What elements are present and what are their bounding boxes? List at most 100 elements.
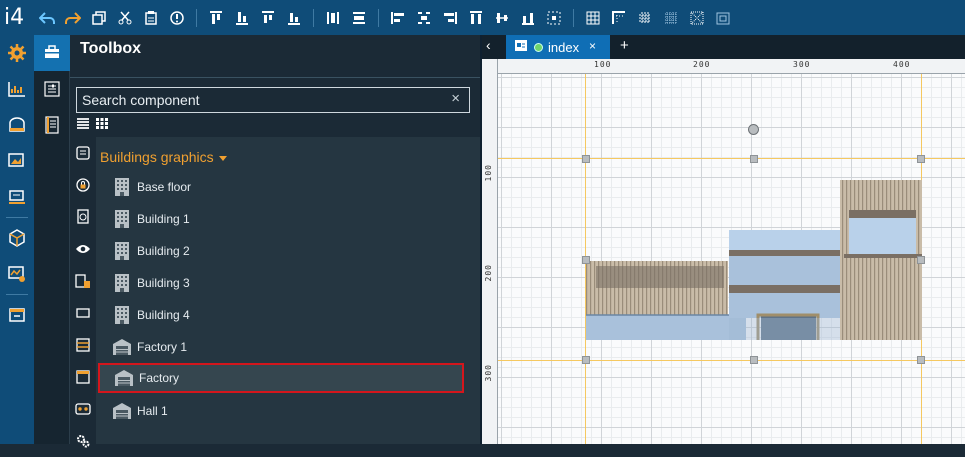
chart-icon[interactable] bbox=[0, 71, 34, 107]
list-item-label: Factory bbox=[139, 371, 180, 385]
toolbar-separator bbox=[378, 8, 379, 27]
rectangle-category-icon[interactable] bbox=[70, 297, 96, 329]
resize-handle[interactable] bbox=[582, 256, 590, 264]
toolbox-panel: Toolbox × Buildings graphics Base floor bbox=[70, 35, 480, 448]
screens-icon[interactable] bbox=[0, 179, 34, 215]
align-right-icon[interactable] bbox=[412, 6, 436, 30]
building-icon bbox=[112, 305, 132, 325]
app-sidebar bbox=[0, 35, 34, 444]
align-left-icon[interactable] bbox=[347, 6, 371, 30]
add-tab-button[interactable]: + bbox=[620, 37, 629, 54]
tab-index[interactable]: index × bbox=[506, 35, 610, 59]
distribute-horizontal-icon[interactable] bbox=[282, 6, 306, 30]
list-item-label: Factory 1 bbox=[137, 340, 188, 354]
grid-corner-icon[interactable] bbox=[607, 6, 631, 30]
clear-search-button[interactable]: × bbox=[451, 90, 460, 107]
caret-down-icon bbox=[218, 149, 227, 165]
building-icon bbox=[112, 273, 132, 293]
grid-view-icon[interactable] bbox=[95, 117, 109, 135]
list-item-label: Building 4 bbox=[137, 308, 190, 322]
search-input[interactable] bbox=[77, 88, 437, 112]
ruler-label: 300 bbox=[793, 60, 811, 69]
lock-category-icon[interactable] bbox=[70, 169, 96, 201]
close-tab-button[interactable]: × bbox=[589, 39, 596, 53]
resize-handle[interactable] bbox=[917, 356, 925, 364]
resize-handle[interactable] bbox=[582, 356, 590, 364]
paste-icon[interactable] bbox=[139, 6, 163, 30]
eye-icon[interactable] bbox=[70, 233, 96, 265]
list-item-label: Building 3 bbox=[137, 276, 190, 290]
copy-icon[interactable] bbox=[87, 6, 111, 30]
cut-icon[interactable] bbox=[113, 6, 137, 30]
package-icon[interactable] bbox=[0, 220, 34, 256]
design-canvas[interactable]: 100 200 300 400 100 200 300 bbox=[482, 59, 965, 444]
list-item[interactable]: Building 1 bbox=[112, 204, 472, 234]
list-item-label: Hall 1 bbox=[137, 404, 168, 418]
toolbar-separator bbox=[573, 8, 574, 27]
category-rail bbox=[70, 137, 96, 448]
building-icon bbox=[112, 241, 132, 261]
refresh-doc-icon[interactable] bbox=[70, 201, 96, 233]
list-item[interactable]: Hall 1 bbox=[112, 396, 472, 426]
list-item-selected[interactable]: Factory bbox=[98, 363, 464, 393]
center-icon[interactable] bbox=[516, 6, 540, 30]
component-list: Buildings graphics Base floor Building 1… bbox=[96, 137, 480, 444]
properties-icon[interactable] bbox=[34, 71, 70, 107]
settings-icon[interactable] bbox=[0, 35, 34, 71]
factory-graphic[interactable] bbox=[586, 180, 922, 340]
redo-icon[interactable] bbox=[61, 6, 85, 30]
grid-fine-icon[interactable] bbox=[659, 6, 683, 30]
list-item[interactable]: Building 4 bbox=[112, 300, 472, 330]
tool-rail bbox=[34, 35, 70, 444]
align-top-edge-icon[interactable] bbox=[438, 6, 462, 30]
guide-line bbox=[498, 360, 965, 361]
image-gallery-icon[interactable] bbox=[0, 143, 34, 179]
resize-handle[interactable] bbox=[582, 155, 590, 163]
monitor-icon[interactable] bbox=[0, 256, 34, 292]
table-category-icon[interactable] bbox=[70, 329, 96, 361]
list-item[interactable]: Building 2 bbox=[112, 236, 472, 266]
category-dropdown[interactable]: Buildings graphics bbox=[100, 149, 227, 165]
align-bottom-edge-icon[interactable] bbox=[490, 6, 514, 30]
search-box: × bbox=[76, 87, 470, 113]
list-item[interactable]: Base floor bbox=[112, 172, 472, 202]
device-category-icon[interactable] bbox=[70, 265, 96, 297]
grid-icon[interactable] bbox=[581, 6, 605, 30]
app-logo: i4 bbox=[4, 5, 25, 30]
grid-toggle-icon[interactable] bbox=[685, 6, 709, 30]
resize-handle[interactable] bbox=[750, 155, 758, 163]
list-item[interactable]: Factory 1 bbox=[112, 332, 472, 362]
group-icon[interactable] bbox=[542, 6, 566, 30]
align-bottom-icon[interactable] bbox=[230, 6, 254, 30]
gears-icon[interactable] bbox=[70, 425, 96, 457]
window-category-icon[interactable] bbox=[70, 361, 96, 393]
align-center-h-icon[interactable] bbox=[464, 6, 488, 30]
pages-icon[interactable] bbox=[34, 107, 70, 143]
database-icon[interactable] bbox=[0, 107, 34, 143]
back-button[interactable]: ‹ bbox=[486, 37, 491, 53]
undo-icon[interactable] bbox=[35, 6, 59, 30]
resize-handle[interactable] bbox=[750, 356, 758, 364]
list-view-icon[interactable] bbox=[76, 117, 90, 135]
align-center-icon[interactable] bbox=[386, 6, 410, 30]
factory-icon bbox=[114, 368, 134, 388]
rotate-handle[interactable] bbox=[748, 124, 759, 135]
archive-icon[interactable] bbox=[0, 297, 34, 333]
grid-snap-icon[interactable] bbox=[633, 6, 657, 30]
toolbox-icon[interactable] bbox=[34, 35, 70, 71]
list-item-label: Building 2 bbox=[137, 244, 190, 258]
list-item[interactable]: Building 3 bbox=[112, 268, 472, 298]
distribute-vertical-icon[interactable] bbox=[321, 6, 345, 30]
list-category-icon[interactable] bbox=[70, 137, 96, 169]
info-icon[interactable] bbox=[165, 6, 189, 30]
list-item-label: Building 1 bbox=[137, 212, 190, 226]
grid-align-icon[interactable] bbox=[711, 6, 735, 30]
align-middle-icon[interactable] bbox=[256, 6, 280, 30]
building-icon bbox=[112, 177, 132, 197]
view-toggles bbox=[76, 117, 109, 135]
align-top-icon[interactable] bbox=[204, 6, 228, 30]
resize-handle[interactable] bbox=[917, 256, 925, 264]
media-category-icon[interactable] bbox=[70, 393, 96, 425]
resize-handle[interactable] bbox=[917, 155, 925, 163]
ruler-horizontal: 100 200 300 400 bbox=[498, 59, 965, 74]
